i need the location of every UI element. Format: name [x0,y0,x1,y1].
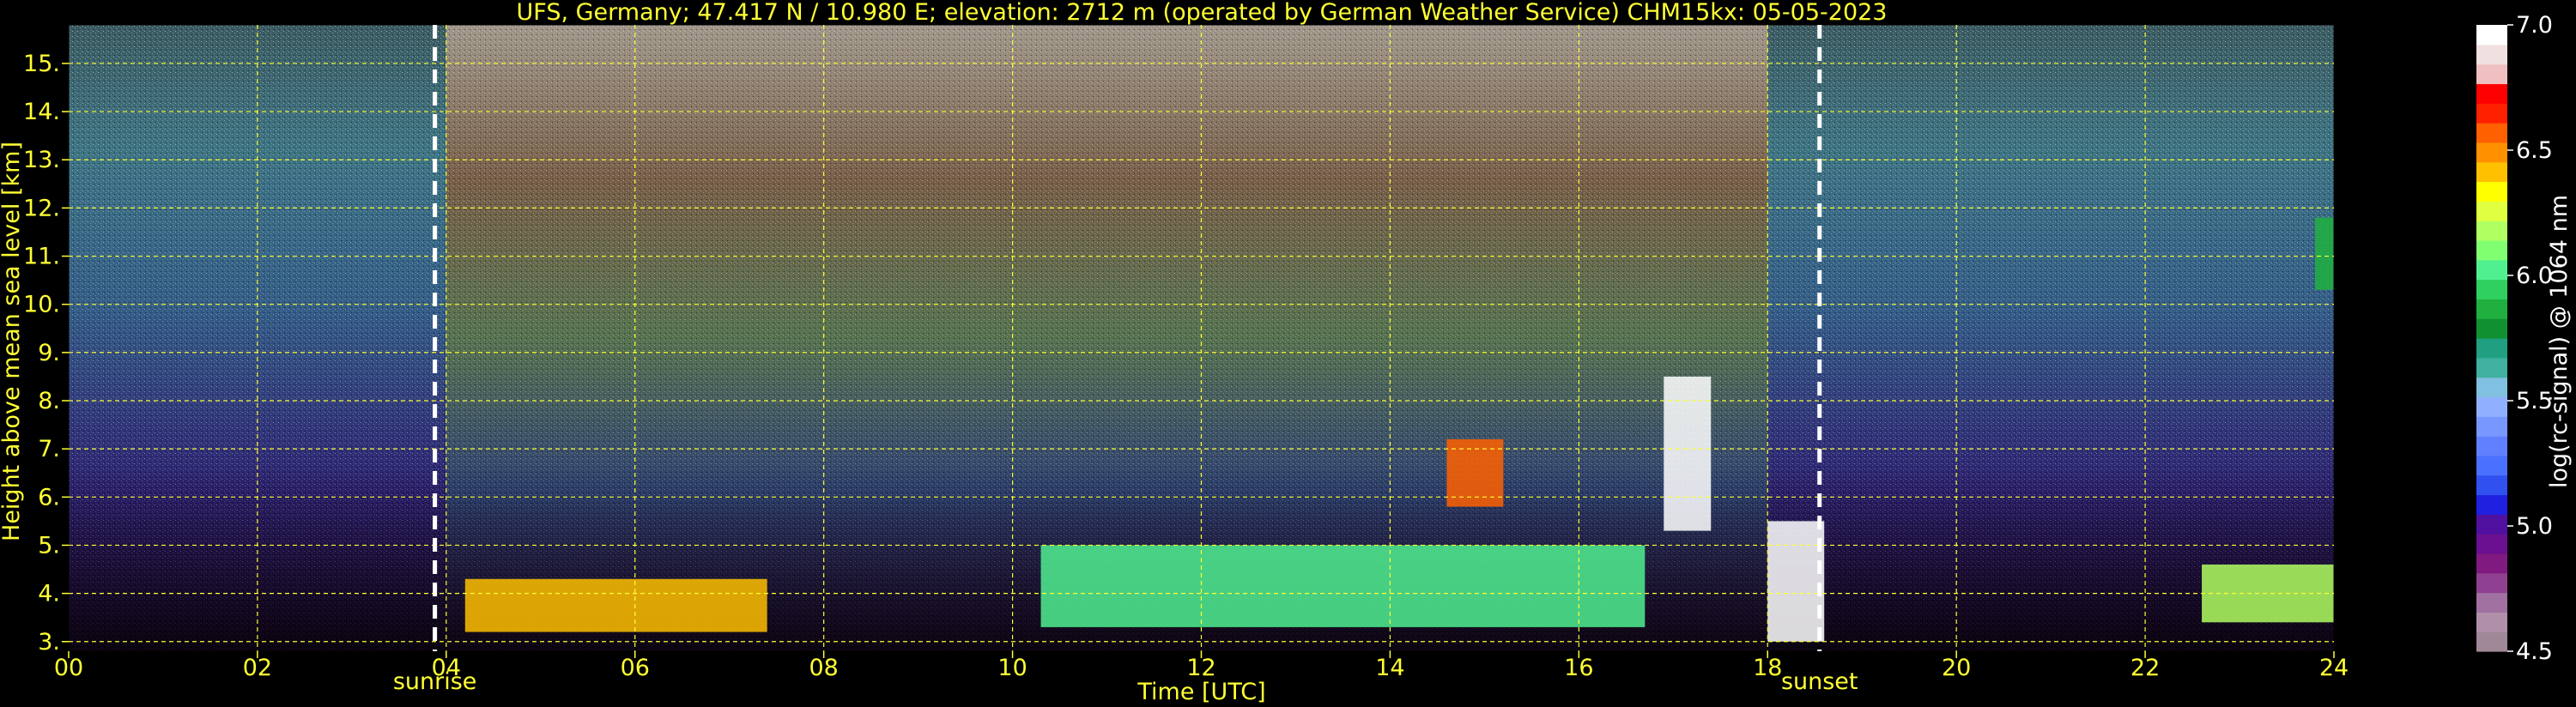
cloud-layer [464,578,767,632]
colorbar-segment [2476,318,2507,339]
cloud-layer [2202,564,2334,623]
y-tick-label: 10. [23,292,60,318]
x-tick-label: 08 [809,655,838,681]
chart-title: UFS, Germany; 47.417 N / 10.980 E; eleva… [517,0,1888,26]
colorbar-tick-label: 7.0 [2516,12,2553,39]
y-axis-label: Height above mean sea level [km] [0,142,25,541]
colorbar-segment [2476,259,2507,281]
colorbar-segment [2476,553,2507,574]
y-tick-label: 5. [38,532,60,559]
colorbar-segment [2476,25,2507,45]
colorbar-segment [2476,416,2507,437]
colorbar-tick-label: 4.5 [2516,638,2553,665]
colorbar-tick-label: 6.5 [2516,137,2553,164]
colorbar-segment [2476,239,2507,261]
y-axis: 3. 4. 5. 6. 7. 8. 9. 10. 11. 12. 13. 14. 15. [23,51,69,656]
x-tick-label: 14 [1375,655,1404,681]
colorbar-segment [2476,299,2507,319]
y-tick-label: 11. [23,244,60,270]
y-tick-label: 7. [38,436,60,462]
cloud-layer [1767,521,1825,642]
colorbar-segment [2476,123,2507,143]
x-tick-label: 04 [432,655,461,681]
colorbar-segment [2476,44,2507,65]
y-tick-label: 9. [38,340,60,366]
cloud-layer [1664,376,1712,531]
y-tick-label: 13. [23,147,60,173]
y-tick-label: 12. [23,195,60,221]
colorbar-segment [2476,474,2507,496]
colorbar-segment [2476,201,2507,221]
y-tick-label: 4. [38,581,60,607]
x-tick-label: 18 [1753,655,1782,681]
cloud-layer [1040,545,1646,627]
colorbar-segment [2476,377,2507,398]
colorbar-segment [2476,572,2507,594]
colorbar-segment [2476,103,2507,124]
x-tick-label: 02 [243,655,272,681]
x-tick-label: 00 [54,655,83,681]
x-tick-label: 06 [621,655,650,681]
colorbar-segment [2476,142,2507,163]
colorbar-segment [2476,221,2507,241]
y-tick-label: 8. [38,388,60,414]
y-tick-label: 14. [23,99,60,125]
colorbar-segment [2476,455,2507,476]
colorbar-segment [2476,592,2507,613]
y-tick-label: 3. [38,629,60,656]
colorbar-segment [2476,494,2507,515]
y-tick-label: 6. [38,484,60,511]
y-tick-label: 15. [23,51,60,77]
cloud-layer [2315,217,2334,290]
colorbar-segment [2476,357,2507,378]
colorbar-segment [2476,514,2507,535]
ceilometer-chart: UFS, Germany; 47.417 N / 10.980 E; eleva… [0,0,2573,705]
colorbar-segment [2476,631,2507,652]
event-label: sunset [1781,668,1858,695]
colorbar-segment [2476,534,2507,554]
colorbar-segment [2476,279,2507,299]
colorbar: 4.55.05.56.06.57.0 [2476,12,2553,665]
colorbar-segment [2476,63,2507,85]
colorbar-segment [2476,338,2507,359]
x-tick-label: 12 [1186,655,1215,681]
colorbar-segment [2476,181,2507,202]
x-tick-label: 10 [997,655,1027,681]
colorbar-segment [2476,161,2507,183]
colorbar-segment [2476,612,2507,632]
x-axis-label: Time [UTC] [1136,679,1265,705]
x-tick-label: 16 [1564,655,1593,681]
x-tick-label: 24 [2319,655,2349,681]
colorbar-segment [2476,436,2507,456]
colorbar-label: log(rc-signal) @ 1064 nm [2546,195,2573,488]
x-tick-label: 22 [2131,655,2160,681]
colorbar-tick-label: 5.0 [2516,513,2553,540]
colorbar-segment [2476,396,2507,417]
colorbar-segment [2476,83,2507,104]
x-tick-label: 20 [1942,655,1971,681]
